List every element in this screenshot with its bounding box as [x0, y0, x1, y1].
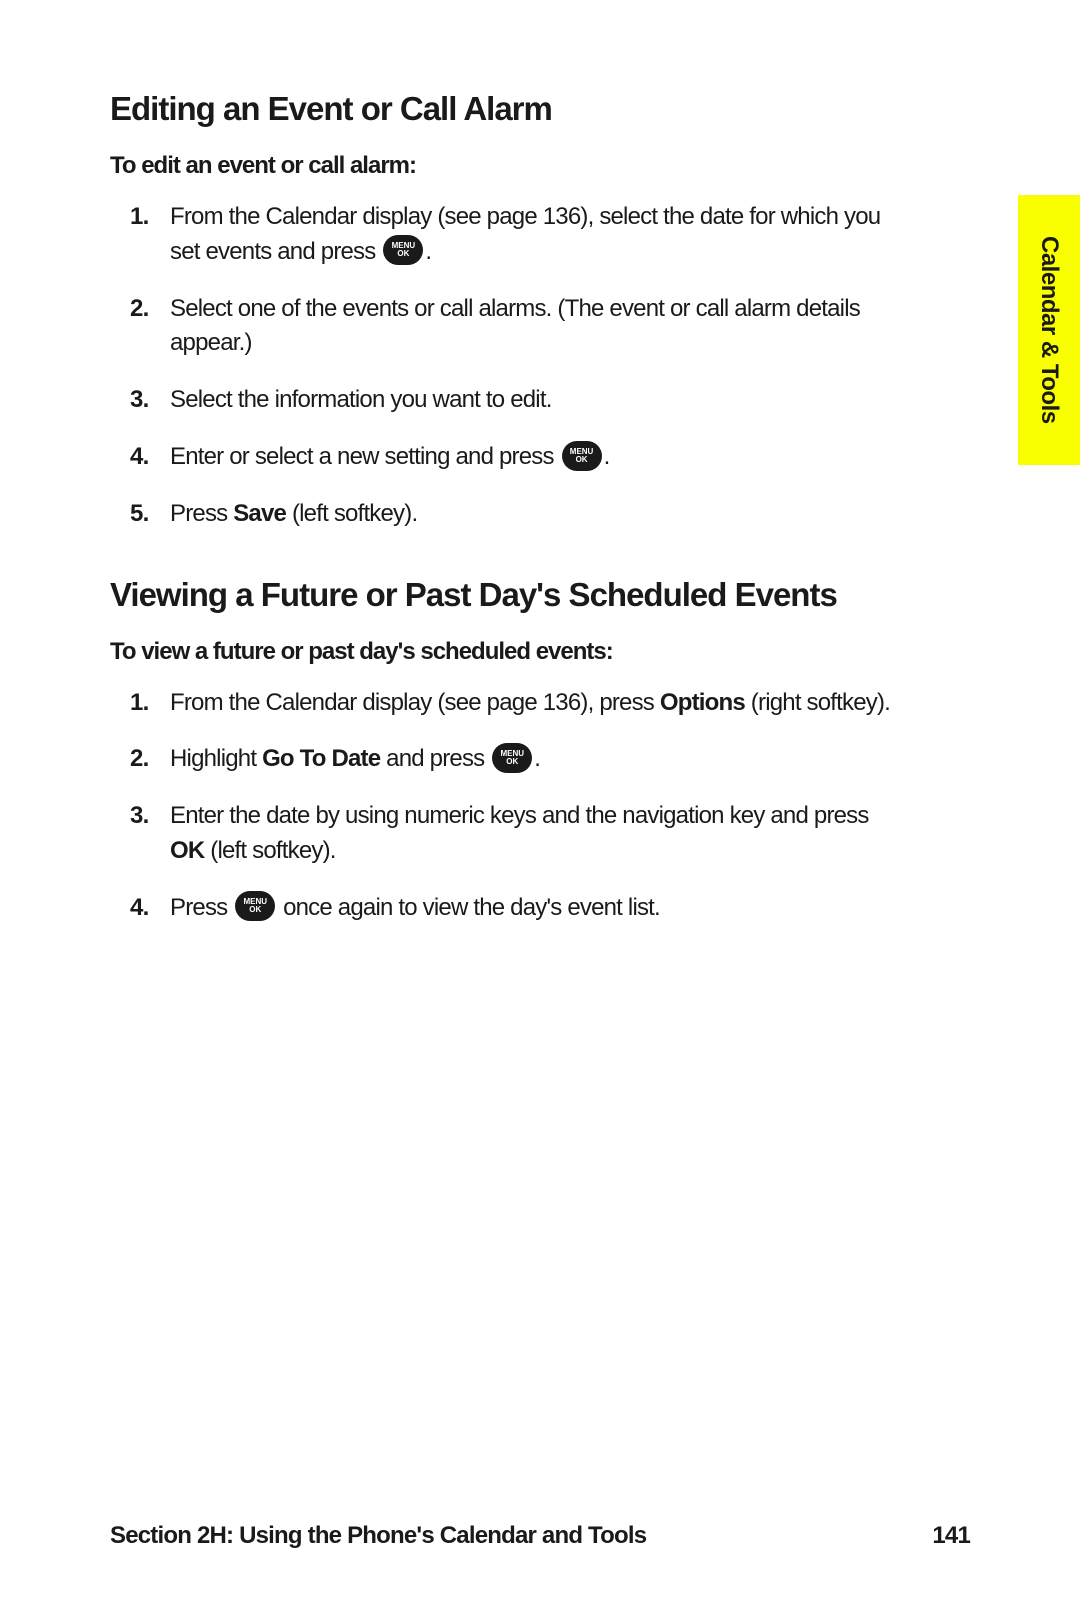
step-text-bold: Save [233, 500, 286, 527]
section-tab-label: Calendar & Tools [1035, 236, 1063, 424]
step-text-bold: Options [660, 689, 745, 716]
step-text: From the Calendar display (see page 136)… [170, 203, 880, 265]
page-footer: Section 2H: Using the Phone's Calendar a… [110, 1522, 970, 1550]
heading-view-events: Viewing a Future or Past Day's Scheduled… [110, 576, 900, 614]
step-text: and press [380, 745, 490, 772]
step-item: Select the information you want to edit. [170, 383, 900, 418]
step-item: Select one of the events or call alarms.… [170, 292, 900, 362]
step-item: Enter the date by using numeric keys and… [170, 799, 900, 869]
step-text: (left softkey). [204, 837, 335, 864]
step-text: Press [170, 894, 233, 921]
manual-page: Calendar & Tools Editing an Event or Cal… [0, 0, 1080, 1620]
section-tab: Calendar & Tools [1018, 195, 1080, 465]
menu-ok-icon: MENUOK [383, 235, 423, 265]
steps-edit-event: From the Calendar display (see page 136)… [110, 200, 900, 532]
menu-ok-icon: MENUOK [492, 743, 532, 773]
step-text: Enter the date by using numeric keys and… [170, 802, 869, 829]
footer-page-number: 141 [932, 1522, 970, 1550]
subheading-edit-event: To edit an event or call alarm: [110, 152, 900, 180]
step-text: once again to view the day's event list. [277, 894, 660, 921]
step-text: Press [170, 500, 233, 527]
step-text: (left softkey). [286, 500, 417, 527]
footer-section-label: Section 2H: Using the Phone's Calendar a… [110, 1522, 646, 1550]
step-text: Highlight [170, 745, 262, 772]
step-text: . [534, 745, 540, 772]
step-text-bold: OK [170, 837, 204, 864]
step-text: Enter or select a new setting and press [170, 443, 560, 470]
step-item: From the Calendar display (see page 136)… [170, 200, 900, 270]
step-item: Enter or select a new setting and press … [170, 440, 900, 475]
step-text-bold: Go To Date [262, 745, 380, 772]
step-text: . [604, 443, 610, 470]
page-content: Editing an Event or Call Alarm To edit a… [110, 90, 900, 926]
step-text: From the Calendar display (see page 136)… [170, 689, 660, 716]
menu-ok-icon: MENUOK [235, 891, 275, 921]
subheading-view-events: To view a future or past day's scheduled… [110, 638, 900, 666]
steps-view-events: From the Calendar display (see page 136)… [110, 686, 900, 926]
step-item: Press MENUOK once again to view the day'… [170, 891, 900, 926]
step-item: Press Save (left softkey). [170, 497, 900, 532]
menu-ok-icon: MENUOK [562, 441, 602, 471]
heading-edit-event: Editing an Event or Call Alarm [110, 90, 900, 128]
step-item: From the Calendar display (see page 136)… [170, 686, 900, 721]
step-text: . [425, 238, 431, 265]
step-item: Highlight Go To Date and press MENUOK. [170, 742, 900, 777]
step-text: (right softkey). [745, 689, 890, 716]
